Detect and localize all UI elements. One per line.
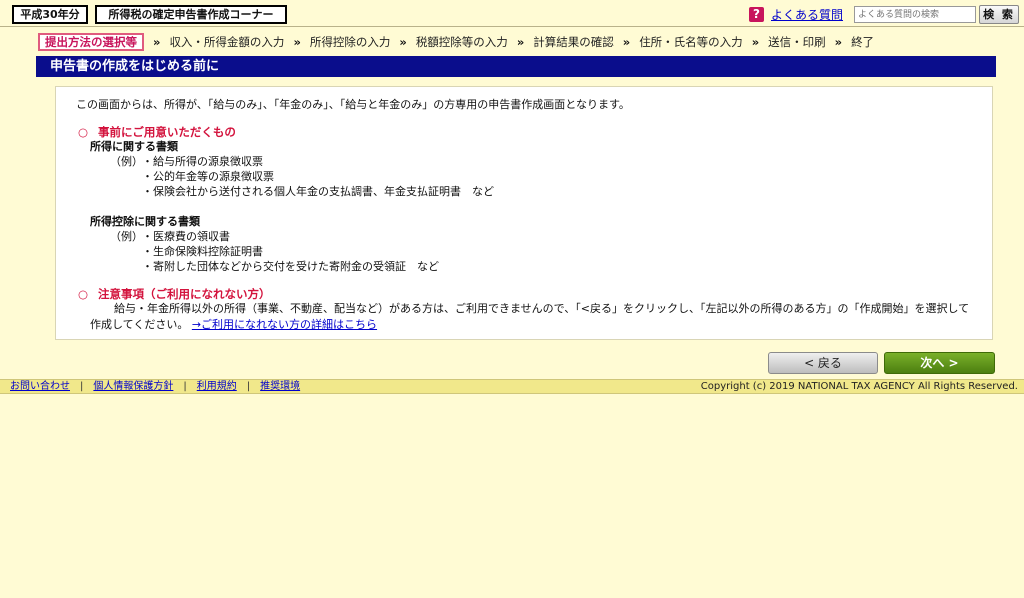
list-item: ・医療費の領収書	[142, 230, 230, 243]
intro-text: この画面からは、所得が、「給与のみ」、「年金のみ」、「給与と年金のみ」の方専用の…	[76, 98, 630, 111]
step-separator: »	[622, 35, 631, 49]
circle-marker: ○	[78, 287, 89, 301]
list-item: ・生命保険料控除証明書	[142, 245, 263, 258]
footer-separator: |	[80, 381, 84, 392]
footer-separator: |	[246, 381, 251, 392]
step-separator: »	[293, 35, 301, 49]
example-label: （例）	[110, 230, 143, 243]
list-item: ・給与所得の源泉徴収票	[142, 155, 263, 168]
faq-search-input[interactable]	[854, 6, 976, 23]
copyright-text: Copyright (c) 2019 NATIONAL TAX AGENCY A…	[700, 381, 1018, 392]
details-link[interactable]: →ご利用になれない方の詳細はこちら	[192, 318, 377, 331]
footer-separator: |	[183, 381, 187, 392]
footer-links: お問い合わせ | 個人情報保護方針 | 利用規約 | 推奨環境	[10, 380, 300, 393]
step-separator: »	[516, 35, 525, 49]
step-deduction-input: 所得控除の入力	[309, 35, 391, 49]
footer-bar: お問い合わせ | 個人情報保護方針 | 利用規約 | 推奨環境 Copyrigh…	[0, 379, 1024, 394]
search-button[interactable]: 検 索	[979, 5, 1019, 24]
step-result-check: 計算結果の確認	[533, 35, 614, 49]
progress-steps: 提出方法の選択等 » 収入・所得金額の入力 » 所得控除の入力 » 税額控除等の…	[38, 32, 988, 52]
section-heading-notice: ○ 注意事項（ご利用になれない方）	[78, 286, 271, 302]
header-bar: 平成30年分 所得税の確定申告書作成コーナー ? よくある質問 検 索	[0, 0, 1024, 27]
list-item: ・公的年金等の源泉徴収票	[142, 170, 274, 183]
year-badge: 平成30年分	[12, 5, 88, 24]
income-documents-heading: 所得に関する書類	[90, 140, 178, 153]
footer-link-environment[interactable]: 推奨環境	[260, 380, 300, 393]
list-item: ・保険会社から送付される個人年金の支払調書、年金支払証明書 など	[142, 185, 494, 198]
deduction-documents-heading: 所得控除に関する書類	[90, 215, 200, 228]
step-separator: »	[834, 35, 843, 49]
list-item: ・寄附した団体などから交付を受けた寄附金の受領証 など	[142, 260, 439, 273]
step-send-print: 送信・印刷	[768, 35, 826, 49]
step-separator: »	[399, 35, 407, 49]
notice-text: 給与・年金所得以外の所得（事業、不動産、配当など）がある方は、ご利用できませんの…	[90, 301, 980, 333]
step-separator: »	[751, 35, 760, 49]
step-separator: »	[153, 35, 161, 49]
content-panel: この画面からは、所得が、「給与のみ」、「年金のみ」、「給与と年金のみ」の方専用の…	[55, 86, 993, 340]
step-finish: 終了	[851, 35, 875, 49]
step-address-input: 住所・氏名等の入力	[639, 35, 743, 49]
example-label: （例）	[110, 155, 143, 168]
footer-link-contact[interactable]: お問い合わせ	[10, 380, 70, 393]
corner-title: 所得税の確定申告書作成コーナー	[95, 5, 287, 24]
step-income-input: 収入・所得金額の入力	[169, 35, 285, 49]
back-button[interactable]: < 戻る	[768, 352, 878, 374]
footer-link-terms[interactable]: 利用規約	[197, 380, 237, 393]
question-mark-icon[interactable]: ?	[749, 7, 764, 22]
circle-marker: ○	[78, 125, 89, 139]
step-tax-credit-input: 税額控除等の入力	[415, 35, 508, 49]
footer-link-privacy[interactable]: 個人情報保護方針	[93, 380, 173, 393]
section-heading-text: 事前にご用意いただくもの	[98, 125, 236, 139]
page-title: 申告書の作成をはじめる前に	[36, 56, 996, 77]
next-button[interactable]: 次へ >	[884, 352, 995, 374]
section-heading-text: 注意事項（ご利用になれない方）	[98, 287, 271, 301]
faq-link[interactable]: よくある質問	[771, 6, 843, 23]
step-submission-method: 提出方法の選択等	[38, 33, 144, 51]
